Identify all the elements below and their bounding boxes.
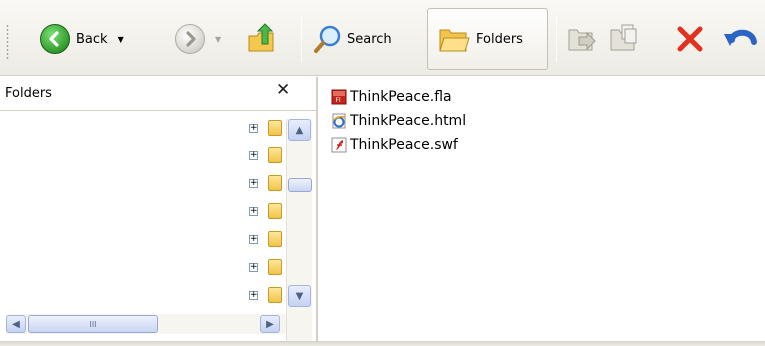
expand-plus-icon[interactable]: + — [249, 151, 258, 160]
file-name: ThinkPeace.html — [350, 113, 467, 129]
folder-icon — [268, 287, 282, 303]
delete-x-icon — [677, 26, 703, 52]
folders-button[interactable]: Folders — [427, 8, 548, 70]
up-folder-icon — [248, 23, 274, 52]
expand-plus-icon[interactable]: + — [249, 124, 258, 133]
folder-icon — [268, 259, 282, 275]
undo-button[interactable] — [722, 24, 762, 54]
folder-icon — [268, 175, 282, 191]
file-name: ThinkPeace.fla — [350, 89, 452, 105]
folder-icon — [268, 203, 282, 219]
tree-node[interactable]: + — [249, 287, 289, 303]
ie-html-icon — [332, 113, 346, 129]
back-button[interactable]: Back ▼ — [40, 24, 124, 54]
horizontal-scroll-thumb[interactable]: III — [28, 315, 158, 333]
svg-text:Fl: Fl — [336, 97, 341, 104]
forward-button[interactable]: ▼ — [175, 24, 221, 54]
folders-pane-header: Folders ✕ — [0, 77, 316, 111]
file-name: ThinkPeace.swf — [350, 137, 458, 153]
close-icon[interactable]: ✕ — [276, 80, 290, 100]
expand-plus-icon[interactable]: + — [249, 291, 258, 300]
tree-node[interactable]: + — [249, 231, 289, 247]
expand-plus-icon[interactable]: + — [249, 263, 258, 272]
status-strip — [0, 341, 765, 346]
delete-button[interactable] — [676, 25, 704, 53]
scroll-up-button[interactable]: ▲ — [288, 119, 311, 141]
folder-icon — [268, 120, 282, 136]
expand-plus-icon[interactable]: + — [249, 179, 258, 188]
toolbar: Back ▼ ▼ Search Folders — [0, 0, 765, 76]
tree-node[interactable]: + — [249, 147, 289, 163]
tree-node[interactable]: + — [249, 259, 289, 275]
folder-icon — [268, 231, 282, 247]
forward-arrow-icon — [175, 24, 205, 54]
vertical-scroll-thumb[interactable] — [288, 178, 312, 192]
flash-fla-icon: Fl — [331, 89, 347, 105]
tree-node[interactable]: + — [249, 175, 289, 191]
copy-to-button[interactable] — [608, 22, 640, 54]
folders-label: Folders — [476, 31, 523, 47]
folders-pane-title: Folders — [5, 86, 52, 101]
back-dropdown-arrow-icon[interactable]: ▼ — [118, 35, 124, 44]
flash-swf-icon — [331, 137, 347, 153]
back-arrow-icon — [40, 24, 70, 54]
expand-plus-icon[interactable]: + — [249, 235, 258, 244]
folders-pane: Folders ✕ + + + + + + + ▲ ▼ ◀ III ▶ — [0, 77, 318, 345]
search-button[interactable]: Search — [313, 24, 392, 54]
expand-plus-icon[interactable]: + — [249, 207, 258, 216]
scroll-down-button[interactable]: ▼ — [288, 285, 311, 307]
move-to-button[interactable] — [566, 22, 598, 54]
toolbar-separator — [556, 16, 557, 62]
up-folder-button[interactable] — [247, 22, 277, 54]
tree-node[interactable]: + — [249, 120, 289, 136]
copy-to-icon — [610, 24, 637, 51]
search-magnifier-icon — [314, 25, 341, 53]
file-item[interactable]: ThinkPeace.swf — [331, 135, 458, 155]
search-label: Search — [347, 31, 392, 47]
move-to-icon — [568, 29, 596, 51]
forward-dropdown-arrow-icon[interactable]: ▼ — [215, 35, 221, 44]
tree-node[interactable]: + — [249, 203, 289, 219]
back-label: Back — [76, 31, 108, 47]
toolbar-separator — [301, 16, 302, 62]
horizontal-scrollbar[interactable]: ◀ III ▶ — [6, 314, 286, 334]
file-item[interactable]: Fl ThinkPeace.fla — [331, 87, 452, 107]
folders-icon — [439, 29, 470, 52]
undo-arrow-icon — [724, 29, 757, 46]
scroll-left-button[interactable]: ◀ — [6, 315, 26, 333]
file-item[interactable]: ThinkPeace.html — [331, 111, 466, 131]
scroll-right-button[interactable]: ▶ — [260, 315, 280, 333]
vertical-scrollbar[interactable]: ▲ ▼ — [286, 119, 312, 345]
folder-icon — [268, 147, 282, 163]
toolbar-grip[interactable] — [6, 24, 9, 60]
